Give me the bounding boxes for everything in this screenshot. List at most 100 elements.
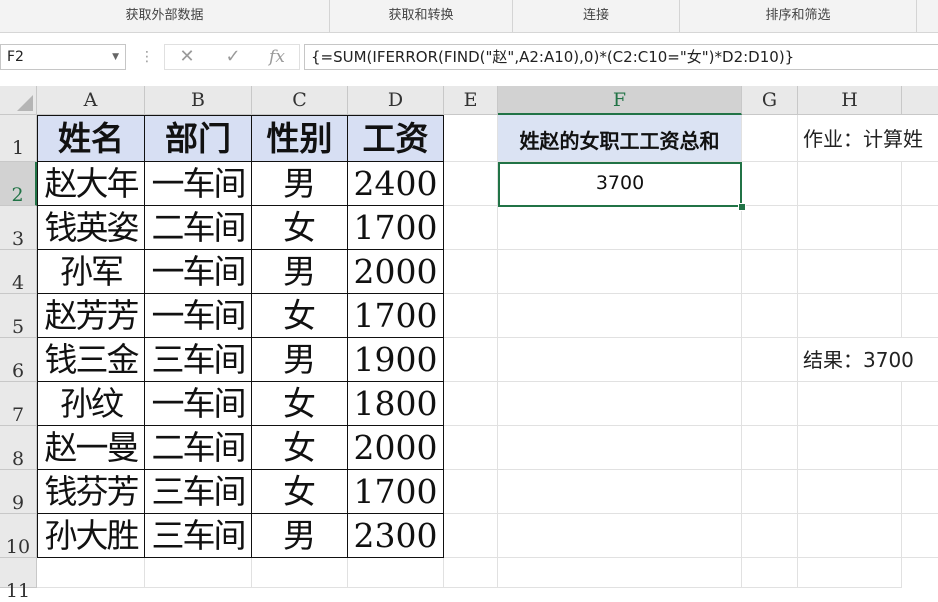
cell-f11[interactable] [498,558,742,588]
table-cell-name[interactable]: 孙大胜 [37,514,145,558]
cell-f5[interactable] [498,294,742,338]
cell-h5[interactable] [798,294,902,338]
fx-icon[interactable]: fx [257,45,297,69]
cell-h10[interactable] [798,514,902,558]
table-cell-name[interactable]: 孙军 [37,250,145,294]
column-header-d[interactable]: D [348,86,444,115]
cell-h7[interactable] [798,382,902,426]
cell-h2[interactable] [798,162,902,206]
cell-f8[interactable] [498,426,742,470]
cell-g3[interactable] [742,206,798,250]
cell-i4[interactable] [902,250,938,294]
table-cell-gender[interactable]: 男 [252,514,348,558]
cell-g1[interactable] [742,115,798,162]
cell-f3[interactable] [498,206,742,250]
cancel-icon[interactable]: ✕ [167,45,207,69]
result-header-cell[interactable]: 姓赵的女职工工资总和 [498,115,742,162]
table-cell-name[interactable]: 钱英姿 [37,206,145,250]
column-header-a[interactable]: A [37,86,145,115]
row-header-5[interactable]: 5 [0,294,37,338]
table-cell-dept[interactable]: 一车间 [145,294,252,338]
table-cell-gender[interactable]: 男 [252,162,348,206]
column-header-f[interactable]: F [498,86,742,115]
cell-e3[interactable] [444,206,498,250]
table-cell-gender[interactable]: 女 [252,382,348,426]
table-cell-salary[interactable]: 1800 [348,382,444,426]
row-header-11[interactable]: 11 [0,558,37,602]
cell-f6[interactable] [498,338,742,382]
table-cell-dept[interactable]: 二车间 [145,426,252,470]
table-cell-gender[interactable]: 男 [252,338,348,382]
table-cell-salary[interactable]: 1900 [348,338,444,382]
column-header-b[interactable]: B [145,86,252,115]
ribbon-group-get-transform[interactable]: 获取和转换 [330,0,513,32]
cell-h11[interactable] [798,558,902,588]
table-header-name[interactable]: 姓名 [37,115,145,162]
table-cell-name[interactable]: 赵一曼 [37,426,145,470]
result-note-cell[interactable]: 结果：3700 [798,338,938,382]
cell-g6[interactable] [742,338,798,382]
cell-c11[interactable] [252,558,348,588]
table-cell-name[interactable]: 孙纹 [37,382,145,426]
result-value-cell[interactable]: 3700 [498,162,742,207]
ribbon-group-sort-filter[interactable]: 排序和筛选 [680,0,917,32]
cell-g5[interactable] [742,294,798,338]
table-cell-name[interactable]: 赵芳芳 [37,294,145,338]
cell-h3[interactable] [798,206,902,250]
table-cell-salary[interactable]: 1700 [348,470,444,514]
table-cell-dept[interactable]: 三车间 [145,470,252,514]
row-header-3[interactable]: 3 [0,206,37,250]
cell-i3[interactable] [902,206,938,250]
table-cell-dept[interactable]: 三车间 [145,514,252,558]
cell-b11[interactable] [145,558,252,588]
cell-h9[interactable] [798,470,902,514]
table-cell-gender[interactable]: 女 [252,470,348,514]
ribbon-group-connections[interactable]: 连接 [513,0,680,32]
table-cell-name[interactable]: 钱三金 [37,338,145,382]
cell-i2[interactable] [902,162,938,206]
table-cell-salary[interactable]: 2000 [348,426,444,470]
more-options-icon[interactable]: ⋮ [140,44,154,70]
cell-d11[interactable] [348,558,444,588]
column-header-h[interactable]: H [798,86,902,115]
table-cell-salary[interactable]: 1700 [348,206,444,250]
row-header-1[interactable]: 1 [0,115,37,162]
column-header-i[interactable] [902,86,938,115]
cell-e10[interactable] [444,514,498,558]
cell-f10[interactable] [498,514,742,558]
cell-a11[interactable] [37,558,145,588]
table-cell-salary[interactable]: 2000 [348,250,444,294]
table-cell-dept[interactable]: 三车间 [145,338,252,382]
column-header-c[interactable]: C [252,86,348,115]
table-header-gender[interactable]: 性别 [252,115,348,162]
cell-g7[interactable] [742,382,798,426]
cell-e6[interactable] [444,338,498,382]
cell-e9[interactable] [444,470,498,514]
enter-icon[interactable]: ✓ [213,45,253,69]
row-header-2[interactable]: 2 [0,162,37,206]
row-header-10[interactable]: 10 [0,514,37,558]
cell-i9[interactable] [902,470,938,514]
table-cell-name[interactable]: 钱芬芳 [37,470,145,514]
table-header-salary[interactable]: 工资 [348,115,444,162]
ribbon-group-get-external-data[interactable]: 获取外部数据 [0,0,330,32]
cell-e7[interactable] [444,382,498,426]
cell-i7[interactable] [902,382,938,426]
cell-e4[interactable] [444,250,498,294]
table-cell-salary[interactable]: 1700 [348,294,444,338]
cell-i8[interactable] [902,426,938,470]
cell-g9[interactable] [742,470,798,514]
table-cell-name[interactable]: 赵大年 [37,162,145,206]
cell-h4[interactable] [798,250,902,294]
cell-g2[interactable] [742,162,798,206]
cell-g10[interactable] [742,514,798,558]
row-header-4[interactable]: 4 [0,250,37,294]
select-all-corner[interactable] [0,86,37,115]
table-cell-gender[interactable]: 女 [252,294,348,338]
worksheet-grid[interactable]: A B C D E F G H 1 2 3 4 5 6 7 8 9 10 11 … [0,86,938,602]
row-header-7[interactable]: 7 [0,382,37,426]
row-header-8[interactable]: 8 [0,426,37,470]
table-header-dept[interactable]: 部门 [145,115,252,162]
cell-e5[interactable] [444,294,498,338]
name-box[interactable]: F2 ▼ [0,44,126,70]
